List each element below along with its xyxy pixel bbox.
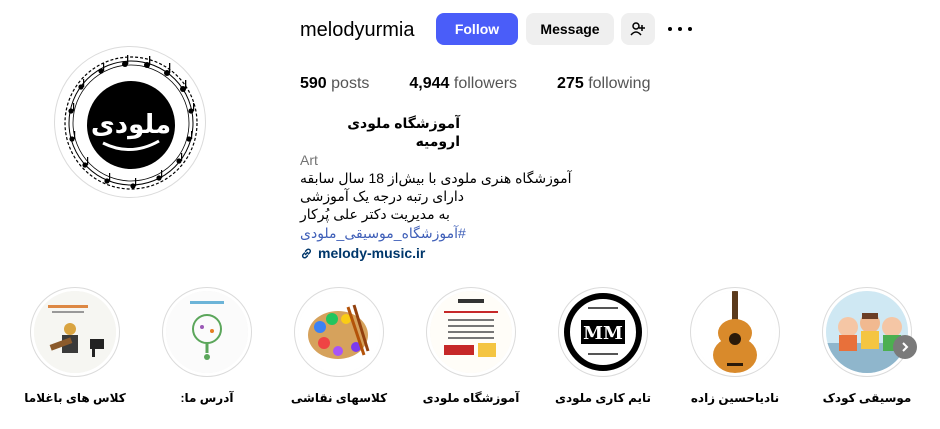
highlight-working-hours[interactable]: MM تایم کاری ملودی <box>538 287 668 405</box>
profile-avatar[interactable]: ملودی <box>54 46 206 198</box>
highlight-label: نادیاحسین زاده <box>690 391 780 405</box>
stat-label: posts <box>331 75 370 92</box>
highlight-label: کلاسهای نقاشی <box>290 391 388 405</box>
avatar-logo-text: ملودی <box>91 110 171 140</box>
stat-label: followers <box>453 75 518 92</box>
stat-count: 275 <box>557 75 584 92</box>
follow-button[interactable]: Follow <box>436 13 518 45</box>
highlight-cover: MM <box>562 291 644 373</box>
followers-count[interactable]: 4,944 followers <box>409 75 517 93</box>
highlight-nadia[interactable]: نادیاحسین زاده <box>670 287 800 405</box>
hashtag-link[interactable]: #آموزشگاه_موسیقی_ملودی <box>300 224 600 242</box>
profile-stats: 590 posts 4,944 followers 275 following <box>300 75 650 93</box>
highlight-baglama[interactable]: کلاس های باغلاما <box>10 287 140 405</box>
highlight-cover <box>34 291 116 373</box>
stat-label: following <box>588 75 651 92</box>
website-link-text: melody-music.ir <box>318 245 426 262</box>
highlight-label: تایم کاری ملودی <box>555 391 651 405</box>
stat-count: 4,944 <box>409 75 450 92</box>
highlight-painting[interactable]: کلاسهای نقاشی <box>274 287 404 405</box>
username: melodyurmia <box>300 19 415 41</box>
posts-count: 590 posts <box>300 75 369 93</box>
highlight-melody-school[interactable]: آموزشگاه ملودی <box>406 287 536 405</box>
add-user-icon <box>630 22 645 36</box>
bio-line: آموزشگاه هنری ملودی با بیش‌از 18 سال ساب… <box>300 169 572 186</box>
message-button[interactable]: Message <box>526 13 614 45</box>
website-link[interactable]: melody-music.ir <box>300 244 600 262</box>
highlight-label: کلاس های باغلاما <box>24 391 126 405</box>
highlight-label: آدرس ما: <box>180 391 234 405</box>
highlight-cover <box>166 291 248 373</box>
highlight-label: موسیقی کودک <box>822 391 912 405</box>
stat-count: 590 <box>300 75 327 92</box>
more-options-icon[interactable] <box>668 20 692 38</box>
highlight-cover <box>826 291 908 373</box>
highlight-cover <box>298 291 380 373</box>
link-icon <box>301 248 312 259</box>
svg-text:MM: MM <box>583 323 623 344</box>
bio-line: دارای رتبه درجه یک آموزشی <box>300 188 465 205</box>
highlight-cover <box>430 291 512 373</box>
next-highlights-button[interactable] <box>893 335 917 359</box>
bio-line: به مدیریت دکتر علی پُرکار <box>300 206 450 223</box>
chevron-right-icon <box>902 342 909 352</box>
suggest-user-button[interactable] <box>621 13 655 45</box>
highlight-address[interactable]: آدرس ما: <box>142 287 272 405</box>
display-name: آموزشگاه ملودی ارومیه <box>347 115 460 150</box>
melody-logo: ملودی <box>64 55 198 190</box>
highlight-cover <box>694 291 776 373</box>
profile-bio: آموزشگاه ملودی ارومیه Art آموزشگاه هنری … <box>300 114 600 262</box>
following-count[interactable]: 275 following <box>557 75 650 93</box>
highlight-label: آموزشگاه ملودی <box>422 391 520 405</box>
category-label: Art <box>300 151 318 168</box>
